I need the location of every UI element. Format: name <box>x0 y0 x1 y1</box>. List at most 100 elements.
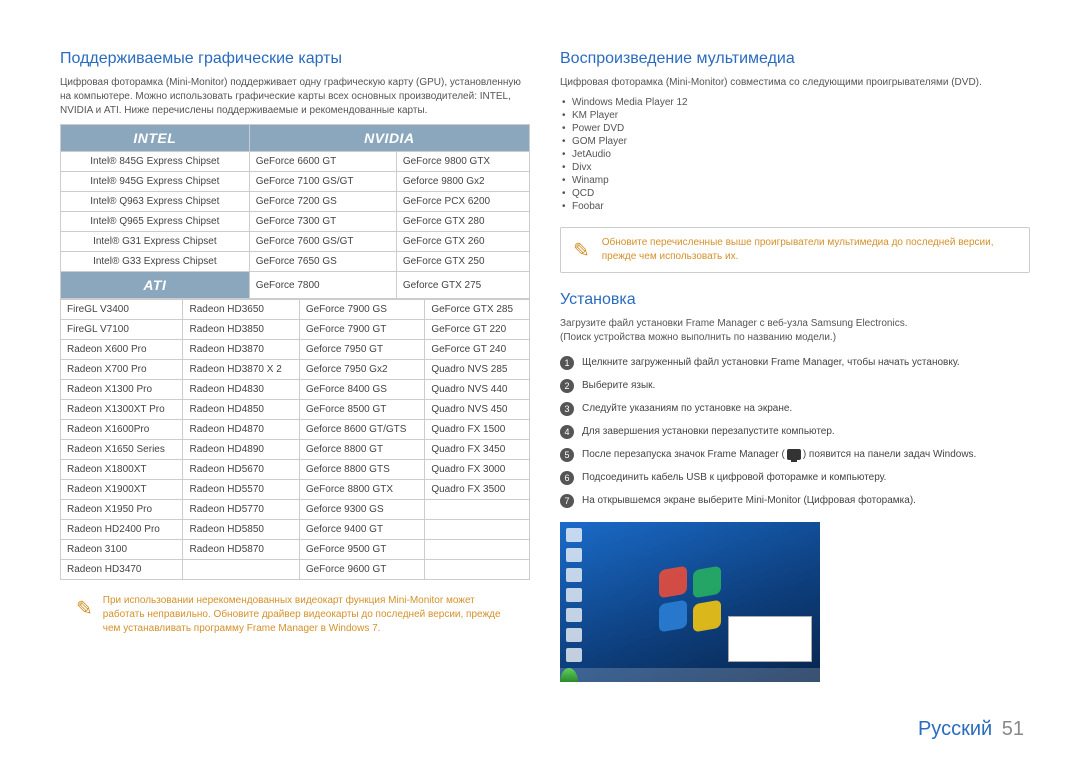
table-cell: Geforce 8800 GT <box>299 440 425 460</box>
table-cell: Geforce 9300 GS <box>299 500 425 520</box>
table-cell: GeForce 7800 <box>249 272 396 299</box>
table-cell: GeForce 8800 GTX <box>299 480 425 500</box>
table-row: Radeon X1600ProRadeon HD4870Geforce 8600… <box>61 420 530 440</box>
list-item: Windows Media Player 12 <box>560 96 1030 109</box>
media-note-text: Обновите перечисленные выше проигрывател… <box>602 236 1017 264</box>
table-cell: Geforce 8800 GTS <box>299 460 425 480</box>
table-cell: FireGL V3400 <box>61 300 183 320</box>
list-item: Foobar <box>560 200 1030 213</box>
table-cell: Radeon X1300XT Pro <box>61 400 183 420</box>
table-row: Intel® G31 Express ChipsetGeForce 7600 G… <box>61 232 530 252</box>
desktop-screenshot <box>560 522 820 682</box>
table-cell: GeForce 9500 GT <box>299 540 425 560</box>
table-cell: Radeon HD5770 <box>183 500 299 520</box>
table-cell: Intel® 845G Express Chipset <box>61 152 250 172</box>
table-cell: Radeon X600 Pro <box>61 340 183 360</box>
brand-header-ati: ATI <box>61 272 250 299</box>
table-cell: Intel® Q963 Express Chipset <box>61 192 250 212</box>
list-item: JetAudio <box>560 148 1030 161</box>
install-intro-2: (Поиск устройства можно выполнить по наз… <box>560 331 1030 345</box>
table-cell: GeForce 7200 GS <box>249 192 396 212</box>
media-intro: Цифровая фоторамка (Mini-Monitor) совмес… <box>560 76 1030 90</box>
table-cell: GeForce 7100 GS/GT <box>249 172 396 192</box>
right-column: Воспроизведение мультимедиа Цифровая фот… <box>560 50 1030 682</box>
table-cell: GeForce 7650 GS <box>249 252 396 272</box>
table-cell: Radeon HD5850 <box>183 520 299 540</box>
table-row: Radeon X600 ProRadeon HD3870Geforce 7950… <box>61 340 530 360</box>
note-frame: ✎ Обновите перечисленные выше проигрыват… <box>560 227 1030 273</box>
table-cell <box>425 540 530 560</box>
table-row: Intel® 845G Express ChipsetGeForce 6600 … <box>61 152 530 172</box>
table-cell: Radeon X1600Pro <box>61 420 183 440</box>
table-row: Radeon X1900XTRadeon HD5570GeForce 8800 … <box>61 480 530 500</box>
list-item: Divx <box>560 161 1030 174</box>
table-cell: GeForce 9800 GTX <box>396 152 529 172</box>
table-cell: Radeon HD3870 <box>183 340 299 360</box>
table-cell: GeForce PCX 6200 <box>396 192 529 212</box>
heading-media: Воспроизведение мультимедиа <box>560 50 1030 68</box>
footer-page-number: 51 <box>1002 718 1024 740</box>
table-cell: Geforce GTX 275 <box>396 272 529 299</box>
table-cell: GeForce 8500 GT <box>299 400 425 420</box>
table-cell: Radeon X1300 Pro <box>61 380 183 400</box>
table-row: Intel® G33 Express ChipsetGeForce 7650 G… <box>61 252 530 272</box>
table-cell: Quadro FX 1500 <box>425 420 530 440</box>
table-cell: Radeon X700 Pro <box>61 360 183 380</box>
table-cell: Radeon X1800XT <box>61 460 183 480</box>
list-item: KM Player <box>560 109 1030 122</box>
table-cell: Radeon HD4870 <box>183 420 299 440</box>
table-cell: Geforce 9800 Gx2 <box>396 172 529 192</box>
table-cell: Radeon 3100 <box>61 540 183 560</box>
note-box: ✎ При использовании нерекомендованных ви… <box>60 594 530 636</box>
pencil-icon: ✎ <box>573 238 590 263</box>
gpu-table: INTEL NVIDIA Intel® 845G Express Chipset… <box>60 124 530 299</box>
step-item: Для завершения установки перезапустите к… <box>560 420 1030 443</box>
heading-graphics-cards: Поддерживаемые графические карты <box>60 50 530 68</box>
install-intro-1: Загрузите файл установки Frame Manager с… <box>560 317 1030 331</box>
table-cell: Quadro FX 3000 <box>425 460 530 480</box>
table-cell: Intel® Q965 Express Chipset <box>61 212 250 232</box>
table-cell <box>425 560 530 580</box>
table-cell: GeForce GTX 250 <box>396 252 529 272</box>
table-cell: Geforce 9400 GT <box>299 520 425 540</box>
table-cell <box>425 500 530 520</box>
install-steps: Щелкните загруженный файл установки Fram… <box>560 351 1030 512</box>
brand-header-intel: INTEL <box>61 125 250 152</box>
step-item: Следуйте указаниям по установке на экран… <box>560 397 1030 420</box>
table-cell: Radeon X1950 Pro <box>61 500 183 520</box>
list-item: GOM Player <box>560 135 1030 148</box>
step-item: Выберите язык. <box>560 374 1030 397</box>
table-row: FireGL V3400Radeon HD3650GeForce 7900 GS… <box>61 300 530 320</box>
footer-language: Русский <box>918 718 992 740</box>
table-cell <box>425 520 530 540</box>
table-row: FireGL V7100Radeon HD3850GeForce 7900 GT… <box>61 320 530 340</box>
heading-install: Установка <box>560 291 1030 309</box>
table-row: Radeon 3100Radeon HD5870GeForce 9500 GT <box>61 540 530 560</box>
table-cell: Intel® G31 Express Chipset <box>61 232 250 252</box>
table-cell: Intel® G33 Express Chipset <box>61 252 250 272</box>
table-cell: Quadro NVS 285 <box>425 360 530 380</box>
table-cell: Geforce 7950 GT <box>299 340 425 360</box>
table-cell: Radeon X1650 Series <box>61 440 183 460</box>
step-item: После перезапуска значок Frame Manager (… <box>560 443 1030 466</box>
table-row: Intel® 945G Express ChipsetGeForce 7100 … <box>61 172 530 192</box>
table-row: Radeon X1300XT ProRadeon HD4850GeForce 8… <box>61 400 530 420</box>
table-row: Intel® Q965 Express ChipsetGeForce 7300 … <box>61 212 530 232</box>
table-cell: FireGL V7100 <box>61 320 183 340</box>
table-row: Radeon X1950 ProRadeon HD5770Geforce 930… <box>61 500 530 520</box>
table-cell: GeForce 7900 GT <box>299 320 425 340</box>
table-cell: Quadro FX 3450 <box>425 440 530 460</box>
table-cell: Geforce 7950 Gx2 <box>299 360 425 380</box>
table-cell: Radeon HD4830 <box>183 380 299 400</box>
table-cell: Radeon X1900XT <box>61 480 183 500</box>
table-cell: Quadro FX 3500 <box>425 480 530 500</box>
page-footer: Русский 51 <box>918 718 1024 741</box>
table-cell: Radeon HD3650 <box>183 300 299 320</box>
table-cell: Radeon HD3850 <box>183 320 299 340</box>
table-cell: GeForce 7900 GS <box>299 300 425 320</box>
left-column: Поддерживаемые графические карты Цифрова… <box>60 50 530 682</box>
table-cell: Radeon HD2400 Pro <box>61 520 183 540</box>
gpu-table-2: FireGL V3400Radeon HD3650GeForce 7900 GS… <box>60 299 530 580</box>
table-row: Radeon HD3470GeForce 9600 GT <box>61 560 530 580</box>
step-item: На открывшемся экране выберите Mini-Moni… <box>560 489 1030 512</box>
